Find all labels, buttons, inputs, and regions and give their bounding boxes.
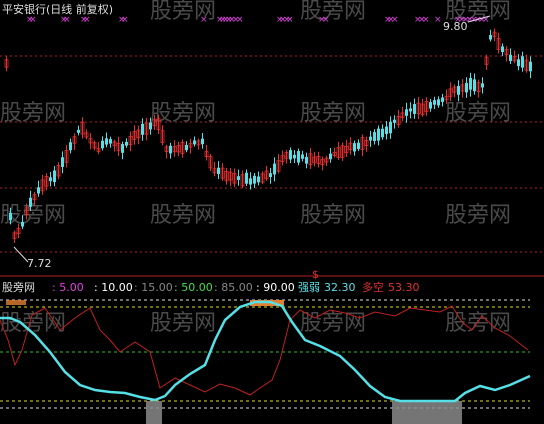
level-15: : 15.00 [134,281,173,294]
candle-body [433,100,436,105]
candle-body [373,132,376,142]
candle-body [125,141,128,146]
candle-body [289,150,292,160]
candle-body [429,102,432,109]
marker-icon: × [434,15,442,25]
candle-body [529,61,532,72]
candle-body [141,123,144,135]
candle-body [305,156,308,164]
candle-body [481,83,484,88]
candle-body [49,177,52,182]
candle-body [465,82,468,93]
candle-body [353,143,356,152]
candle-body [21,221,24,227]
marker-icon: × [121,15,129,25]
candle-body [393,119,396,123]
watermark-text: 股旁网 [300,203,366,228]
candle-body [469,77,472,90]
stock-chart-canvas[interactable]: 股旁网 股旁网 股旁网股旁网 股旁网 股旁网 股旁网股旁网 股旁网 股旁网 股旁网股旁网 股旁网股… [0,0,544,424]
candle-body [29,197,32,207]
candle-body [405,109,408,116]
strong-label: 强弱 32.30 [298,281,356,294]
candle-body [521,56,524,68]
candle-body [109,139,112,144]
candle-body [381,128,384,138]
candle-body [249,178,252,185]
marker-icon: × [286,15,294,25]
candle-body [37,187,40,194]
candle-body [269,173,272,177]
watermark-text: 股旁网 [150,311,216,336]
level-50: : 50.00 [174,281,213,294]
candle-body [185,144,188,151]
level-5: : 5.00 [52,281,84,294]
candle-body [193,140,196,145]
candle-body [121,144,124,153]
level-10: : 10.00 [94,281,133,294]
candle-body [441,97,444,102]
marker-icon: × [200,15,208,25]
price-low-label: 7.72 [27,257,52,270]
candle-body [245,172,248,184]
candle-body [509,54,512,61]
candle-body [105,138,108,145]
candle-body [489,35,492,40]
candle-body [301,154,304,159]
candle-body [377,128,380,141]
candle-body [437,99,440,106]
candle-body [329,153,332,160]
watermark-text: 股旁网 [300,0,366,24]
candle-body [61,157,64,167]
watermark-text: 股旁网 [445,311,511,336]
marker-icon: × [236,15,244,25]
marker-icon: × [322,15,330,25]
candle-body [217,167,220,174]
candle-body [253,175,256,184]
candle-body [385,126,388,134]
candle-body [389,121,392,134]
marker-icon: × [422,15,430,25]
marker-icon: × [29,15,37,25]
dual-label: 多空 53.30 [362,280,420,294]
candle-body [413,104,416,114]
candle-body [409,108,412,112]
candle-body [293,154,296,159]
marker-icon: × [63,15,71,25]
candle-body [201,138,204,145]
candle-body [369,136,372,141]
indicator-name: 股旁网 [2,280,35,294]
candle-body [237,176,240,180]
candle-body [457,85,460,95]
candle-body [101,140,104,149]
candle-body [501,46,504,53]
watermark-text: 股旁网 [150,203,216,228]
dollar-icon: $ [312,268,319,281]
candle-body [257,176,260,183]
candle-body [149,122,152,130]
candle-body [517,59,520,67]
level-85: : 85.00 [214,281,253,294]
candle-body [357,142,360,150]
chart-title: 平安银行(日线 前复权) [2,2,113,16]
candle-body [53,170,56,183]
level-90: : 90.00 [256,281,295,294]
candle-body [473,79,476,92]
candle-body [297,151,300,163]
marker-icon: × [83,15,91,25]
watermark-text: 股旁网 [445,203,511,228]
candle-body [9,212,12,221]
marker-icon: × [391,15,399,25]
candle-body [77,129,80,133]
candle-body [273,163,276,175]
candle-body [69,142,72,151]
candle-body [169,145,172,154]
price-high-label: 9.80 [443,20,468,33]
